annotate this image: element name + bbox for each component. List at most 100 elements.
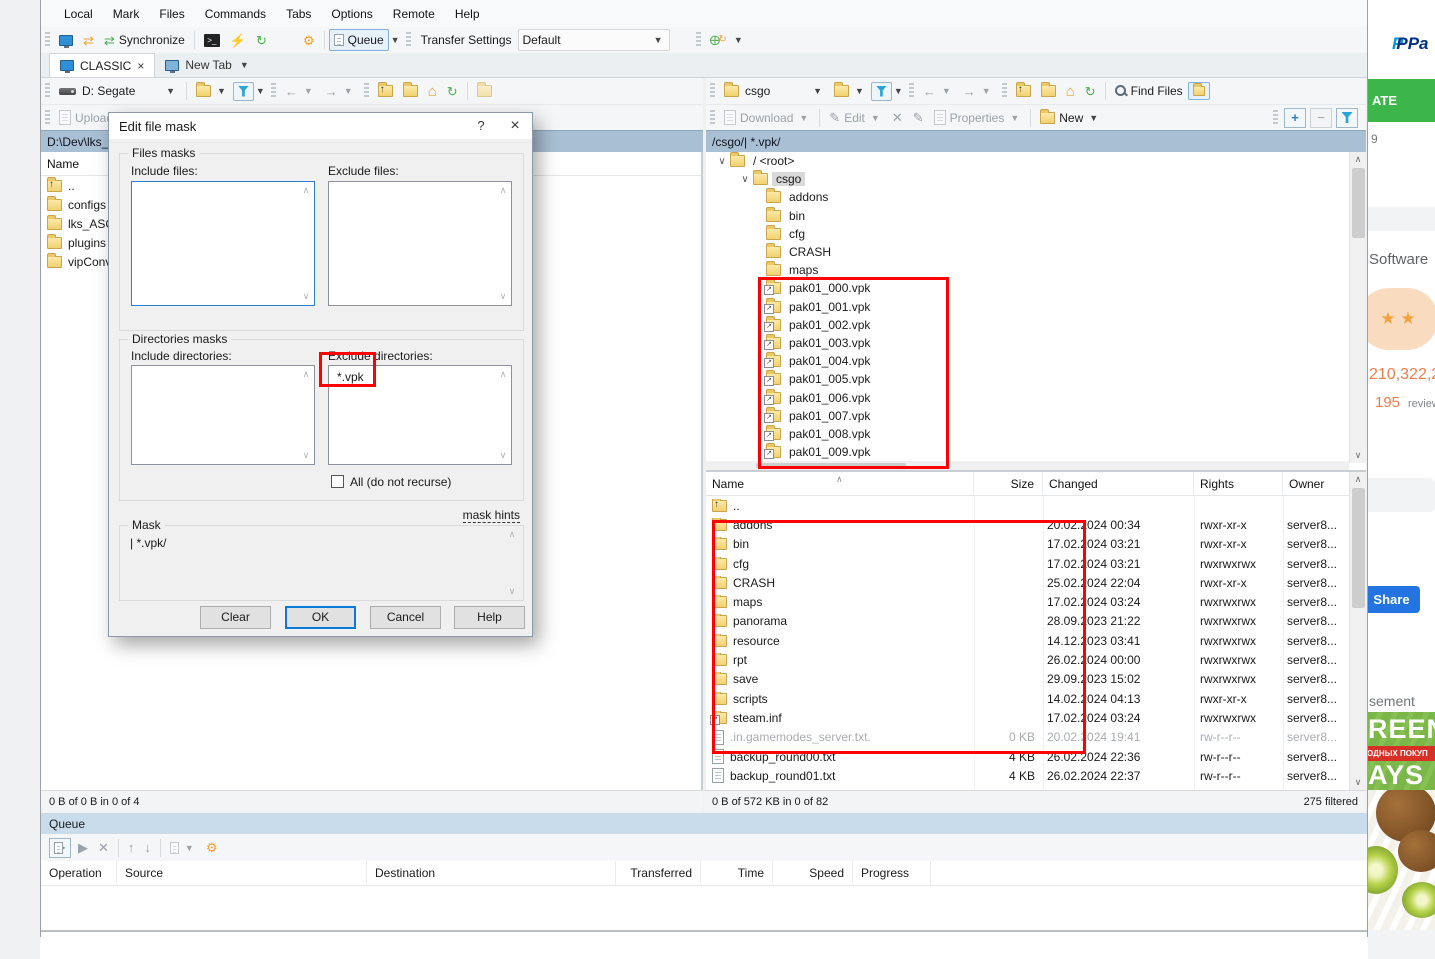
expander-icon[interactable]: ∨ — [714, 156, 730, 167]
column-header-changed[interactable]: Changed — [1043, 472, 1194, 495]
input-scroll-arrows[interactable]: ∧∨ — [299, 367, 313, 463]
menu-commands[interactable]: Commands — [196, 3, 275, 25]
file-row[interactable]: save29.09.2023 15:02rwxrwxrwxserver8... — [706, 670, 1366, 689]
right-forward-button[interactable]: →▼ — [958, 81, 998, 102]
left-open-dir-button[interactable]: ▼ — [191, 81, 233, 101]
queue-run-button[interactable]: ▶ — [73, 837, 93, 858]
file-row[interactable]: addons20.02.2024 00:34rwxr-xr-xserver8..… — [706, 515, 1366, 534]
file-row[interactable]: resource14.12.2023 03:41rwxrwxrwxserver8… — [706, 631, 1366, 650]
menu-local[interactable]: Local — [55, 3, 102, 25]
left-drive-select[interactable]: D: Segate ▼ — [54, 80, 182, 102]
include-files-input[interactable]: ∧∨ — [131, 181, 315, 306]
tree-node[interactable]: pak01_005.vpk — [706, 370, 1366, 388]
input-scroll-arrows[interactable]: ∧∨ — [496, 367, 510, 463]
right-refresh-button[interactable]: ↻ — [1080, 81, 1101, 102]
file-row[interactable]: cfg17.02.2024 03:21rwxrwxrwxserver8... — [706, 554, 1366, 573]
scroll-up-icon[interactable]: ∧ — [1350, 152, 1366, 167]
dialog-title-bar[interactable]: Edit file mask ? × — [109, 113, 532, 139]
tree-node[interactable]: pak01_002.vpk — [706, 316, 1366, 334]
left-forward-button[interactable]: →▼ — [320, 81, 360, 102]
find-files-button[interactable]: Find Files — [1110, 80, 1188, 102]
queue-delete-button[interactable]: ✕ — [93, 837, 114, 858]
scroll-thumb[interactable] — [756, 463, 906, 468]
right-dir-select[interactable]: csgo ▼ — [719, 80, 829, 102]
recurse-checkbox[interactable] — [331, 475, 344, 488]
menu-options[interactable]: Options — [322, 3, 381, 25]
column-header-size[interactable]: Size — [974, 472, 1043, 495]
sync-dropdown-arrow[interactable]: ▼ — [732, 35, 745, 45]
right-path-bar[interactable]: /csgo/| *.vpk/ — [706, 130, 1366, 152]
properties-button[interactable]: Properties ▼ — [929, 106, 1027, 129]
swap-panels-button[interactable]: ⇄ — [78, 30, 99, 51]
mask-scroll-arrows[interactable]: ∧∨ — [505, 527, 519, 599]
filter-dropdown-arrow[interactable]: ▼ — [892, 86, 905, 96]
scroll-down-icon[interactable]: ∨ — [1350, 448, 1366, 463]
left-parent-dir-button[interactable] — [373, 81, 398, 101]
right-home-dir-button[interactable]: ⌂ — [1061, 80, 1080, 103]
tree-hscrollbar[interactable] — [706, 461, 1349, 470]
tree-node[interactable]: CRASH — [706, 243, 1366, 261]
tree-node[interactable]: addons — [706, 188, 1366, 206]
scroll-down-icon[interactable]: ∨ — [1350, 775, 1366, 790]
queue-column-source[interactable]: Source — [117, 861, 367, 885]
file-row[interactable]: CRASH25.02.2024 22:04rwxr-xr-xserver8... — [706, 573, 1366, 592]
tree-node[interactable]: pak01_008.vpk — [706, 425, 1366, 443]
file-row[interactable]: steam.inf17.02.2024 03:24rwxrwxrwxserver… — [706, 708, 1366, 727]
left-refresh-button[interactable]: ↻ — [442, 81, 463, 102]
ad-banner[interactable]: REEN ОДНЫХ ПОКУП AYS — [1368, 712, 1435, 790]
queue-dropdown-arrow[interactable]: ▼ — [389, 35, 402, 45]
queue-enable-button[interactable]: ▶ — [49, 838, 71, 858]
expander-icon[interactable]: ∨ — [737, 174, 753, 185]
open-putty-button[interactable]: ⚡ — [225, 30, 251, 51]
menu-files[interactable]: Files — [150, 3, 193, 25]
file-row[interactable]: maps17.02.2024 03:24rwxrwxrwxserver8... — [706, 592, 1366, 611]
tree-node[interactable]: pak01_004.vpk — [706, 352, 1366, 370]
delete-button[interactable]: ✕ — [887, 107, 908, 128]
preferences-button[interactable]: ⚙ — [298, 30, 320, 51]
synchronize-button[interactable]: ⇄ Synchronize — [99, 29, 190, 51]
remove-filter-button[interactable]: − — [1310, 108, 1332, 128]
menu-help[interactable]: Help — [446, 3, 489, 25]
file-row[interactable]: scripts14.02.2024 04:13rwxr-xr-xserver8.… — [706, 689, 1366, 708]
queue-panel-title[interactable]: Queue — [41, 813, 1367, 834]
file-row[interactable]: panorama28.09.2023 21:22rwxrwxrwxserver8… — [706, 612, 1366, 631]
edit-button[interactable]: ✎ Edit ▼ — [824, 107, 887, 129]
include-directories-input[interactable]: ∧∨ — [131, 365, 315, 465]
close-icon[interactable]: × — [137, 59, 144, 73]
queue-preferences-button[interactable]: ⚙ — [201, 837, 223, 858]
clear-button[interactable]: Clear — [200, 606, 271, 629]
tree-node[interactable]: pak01_006.vpk — [706, 388, 1366, 406]
queue-cycle-button[interactable]: ▼ — [165, 838, 201, 858]
queue-column-destination[interactable]: Destination — [367, 861, 616, 885]
right-open-dir-button[interactable]: ▼ — [829, 81, 871, 101]
left-filter-button[interactable] — [233, 82, 254, 101]
ok-button[interactable]: OK — [285, 606, 356, 629]
queue-move-up-button[interactable]: ↑ — [123, 837, 140, 858]
menu-tabs[interactable]: Tabs — [277, 3, 320, 25]
help-icon[interactable]: ? — [464, 113, 498, 139]
tree-view-toggle-button[interactable] — [1188, 82, 1210, 100]
tab-new-tab[interactable]: New Tab ▼ — [155, 53, 260, 77]
filter-dropdown-arrow[interactable]: ▼ — [254, 86, 267, 96]
file-row[interactable]: .. — [706, 496, 1366, 515]
edit-filter-button[interactable] — [1336, 108, 1358, 128]
right-filter-button[interactable] — [871, 82, 892, 101]
ad-kiwi-image[interactable] — [1368, 790, 1435, 930]
queue-move-down-button[interactable]: ↓ — [139, 837, 156, 858]
close-icon[interactable]: × — [498, 113, 532, 139]
download-button[interactable]: Download ▼ — [719, 106, 815, 129]
tab-classic[interactable]: CLASSIC × — [49, 53, 155, 77]
toggle-panels-button[interactable] — [54, 31, 78, 50]
scroll-up-icon[interactable]: ∧ — [1350, 472, 1366, 487]
right-back-button[interactable]: ←▼ — [918, 81, 958, 102]
open-terminal-button[interactable]: >_ — [199, 30, 225, 51]
file-row[interactable]: backup_round00.txt4 KB26.02.2024 22:36rw… — [706, 747, 1366, 766]
queue-column-operation[interactable]: Operation — [41, 861, 117, 885]
donate-button[interactable]: ATE — [1368, 79, 1435, 122]
tree-node[interactable]: pak01_009.vpk — [706, 443, 1366, 461]
add-filter-button[interactable]: + — [1284, 108, 1306, 128]
queue-column-progress[interactable]: Progress — [853, 861, 931, 885]
rename-button[interactable]: ✎ — [908, 107, 929, 128]
right-root-dir-button[interactable] — [1036, 81, 1061, 101]
queue-column-speed[interactable]: Speed — [773, 861, 853, 885]
